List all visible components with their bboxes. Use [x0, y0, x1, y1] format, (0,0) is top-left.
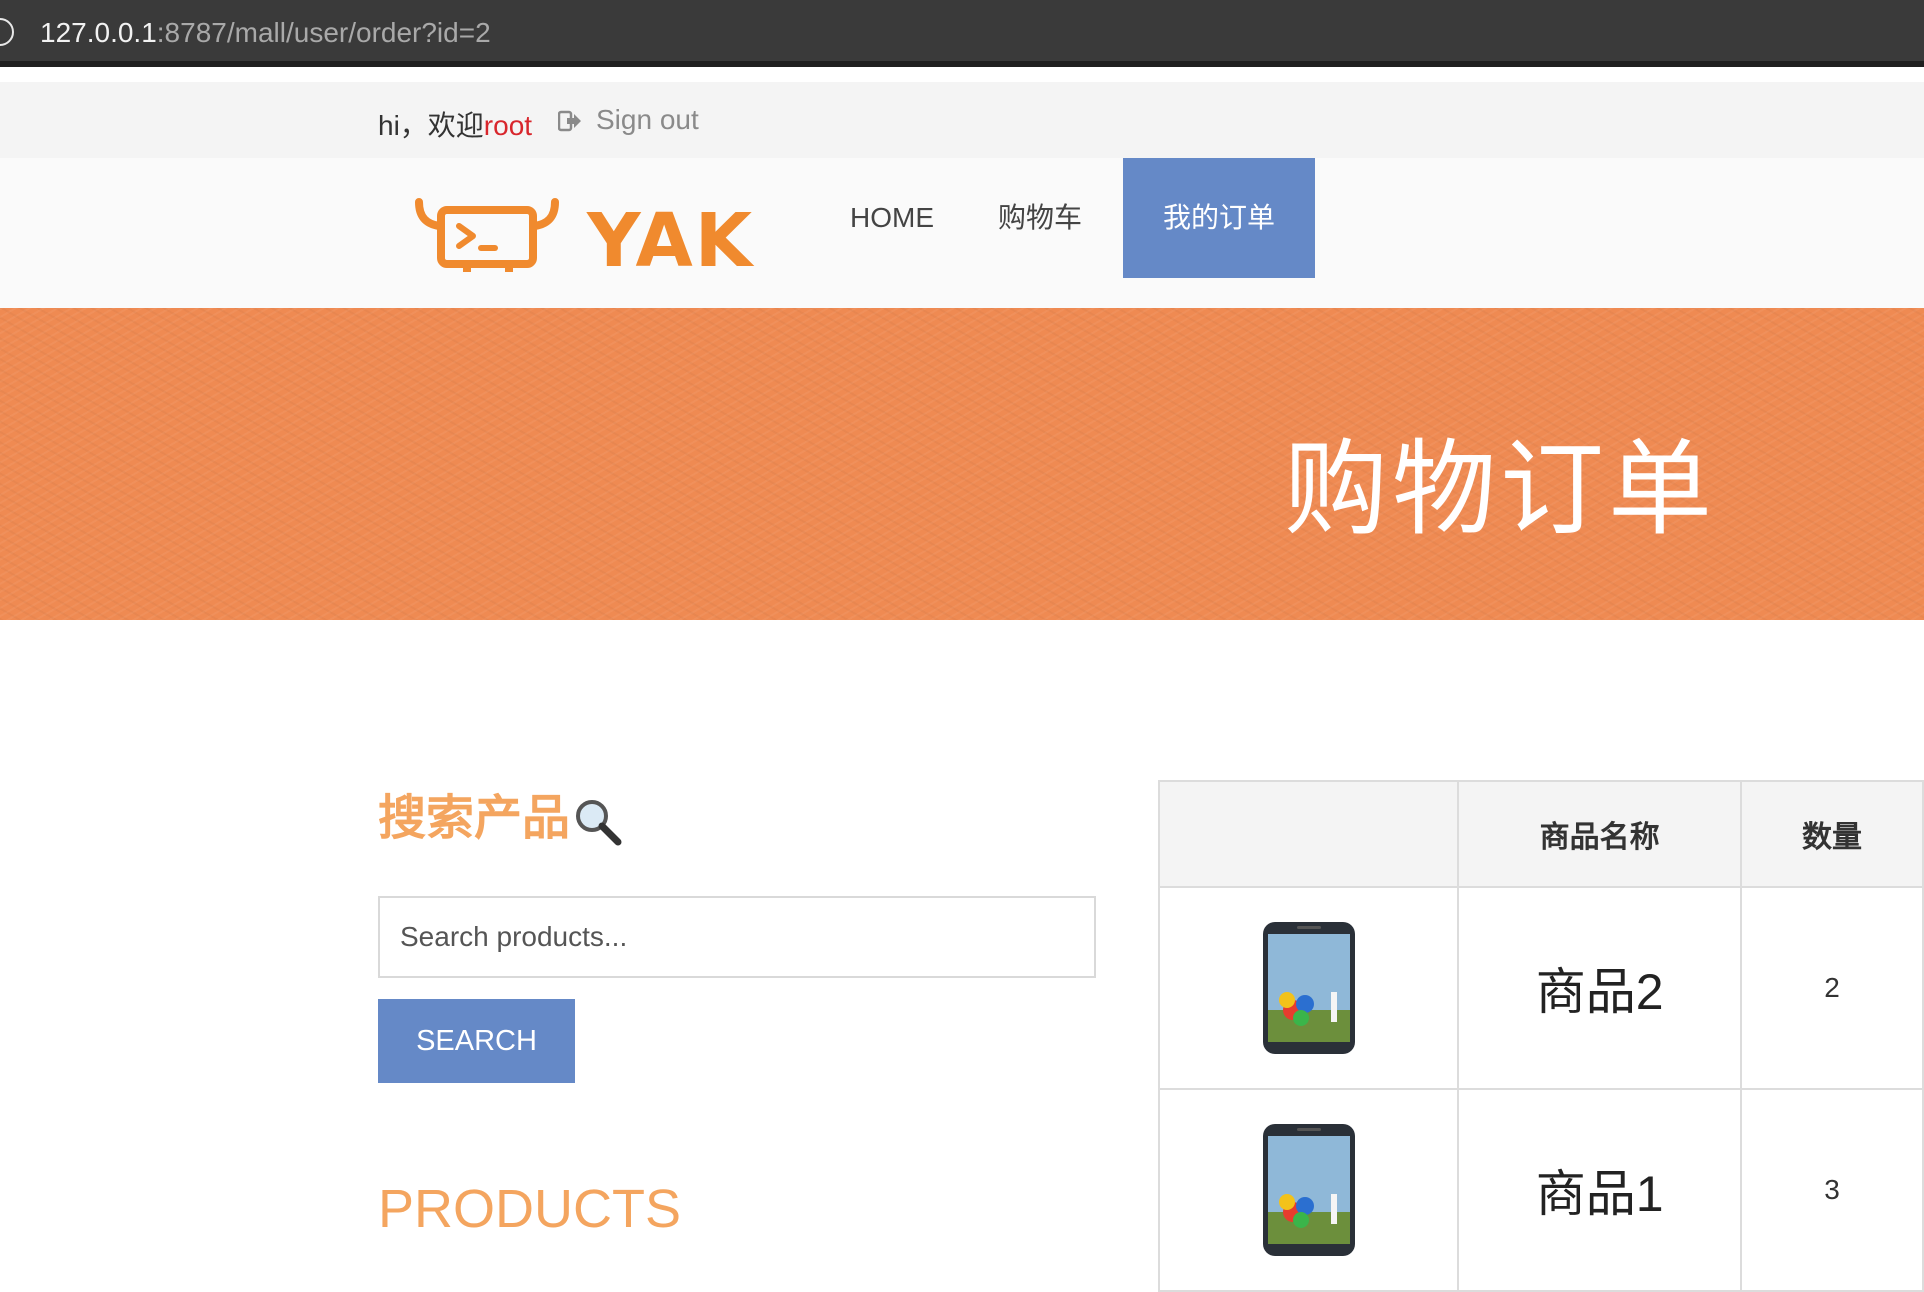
products-heading: PRODUCTS: [378, 1179, 682, 1239]
header-image: [1157, 780, 1460, 888]
url-text[interactable]: 127.0.0.1:8787/mall/user/order?id=2: [40, 17, 491, 49]
page-title: 购物订单: [1283, 432, 1716, 548]
browser-url-bar[interactable]: 127.0.0.1:8787/mall/user/order?id=2: [0, 0, 1924, 67]
product-image-cell: [1157, 886, 1460, 1090]
magnifier-icon: [572, 796, 622, 846]
nav-cart[interactable]: 购物车: [998, 158, 1082, 278]
greeting: hi，欢迎root: [378, 104, 532, 144]
search-heading-text: 搜索产品: [378, 792, 571, 845]
header-product-name: 商品名称: [1457, 780, 1743, 888]
signout-icon: [557, 104, 582, 136]
signout-link[interactable]: Sign out: [557, 104, 699, 136]
table-header-row: 商品名称 数量: [1157, 780, 1924, 888]
search-heading: 搜索产品: [378, 778, 622, 848]
url-host: 127.0.0.1: [40, 17, 157, 48]
phone-image[interactable]: [1261, 1122, 1357, 1258]
search-input[interactable]: [378, 896, 1096, 978]
greeting-text: hi，欢迎: [378, 110, 484, 141]
signout-label: Sign out: [596, 104, 699, 135]
table-row: 商品2 2: [1157, 886, 1924, 1090]
product-name: 商品1: [1457, 1088, 1743, 1292]
order-table: 商品名称 数量 商品2 2 商品1 3: [1157, 780, 1924, 1292]
phone-image[interactable]: [1261, 920, 1357, 1056]
logo-text: YAK: [587, 198, 755, 284]
page-banner: 购物订单: [0, 308, 1924, 620]
nav-home[interactable]: HOME: [850, 158, 934, 278]
product-quantity: 2: [1740, 886, 1924, 1090]
nav-my-orders[interactable]: 我的订单: [1123, 158, 1315, 278]
product-image-cell: [1157, 1088, 1460, 1292]
product-name: 商品2: [1457, 886, 1743, 1090]
user-bar: hi，欢迎root Sign out: [0, 82, 1924, 158]
header-quantity: 数量: [1740, 780, 1924, 888]
main-nav: YAK HOME 购物车 我的订单: [0, 158, 1924, 308]
product-quantity: 3: [1740, 1088, 1924, 1292]
yak-logo-icon: [415, 198, 559, 272]
logo[interactable]: YAK: [415, 196, 775, 284]
table-row: 商品1 3: [1157, 1088, 1924, 1292]
site-info-icon[interactable]: [0, 18, 14, 46]
username: root: [483, 110, 533, 141]
search-button[interactable]: SEARCH: [378, 999, 575, 1083]
url-path: :8787/mall/user/order?id=2: [156, 17, 491, 48]
